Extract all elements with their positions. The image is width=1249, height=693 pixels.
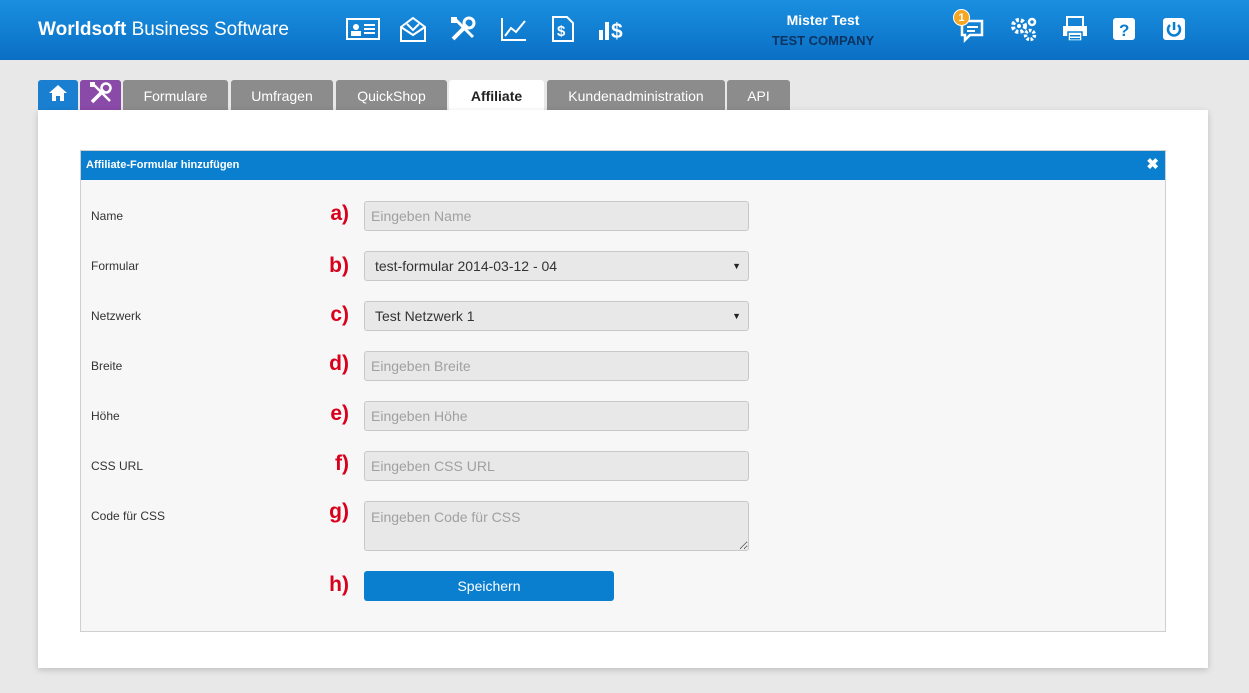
css-url-label: CSS URL bbox=[91, 459, 144, 473]
svg-text:$: $ bbox=[557, 23, 566, 40]
css-code-textarea[interactable] bbox=[364, 501, 749, 551]
marker-a: a) bbox=[330, 202, 349, 225]
chevron-down-icon: ▼ bbox=[732, 261, 741, 271]
contact-card-icon[interactable] bbox=[346, 13, 380, 45]
home-icon bbox=[48, 84, 68, 107]
dialog-title: Affiliate-Formular hinzufügen bbox=[86, 159, 240, 171]
top-bar: Worldsoft Business Software $ $ Mister T… bbox=[0, 0, 1249, 60]
dollar-document-icon[interactable]: $ bbox=[546, 13, 580, 45]
tab-quickshop[interactable]: QuickShop bbox=[336, 80, 447, 110]
marker-b: b) bbox=[329, 254, 349, 277]
name-input[interactable] bbox=[364, 201, 749, 231]
chart-line-icon[interactable] bbox=[497, 13, 531, 45]
tools-icon bbox=[88, 81, 114, 110]
gears-icon[interactable] bbox=[1007, 13, 1041, 45]
css-code-label: Code für CSS bbox=[91, 509, 166, 523]
breite-input[interactable] bbox=[364, 351, 749, 381]
netzwerk-select-value: Test Netzwerk 1 bbox=[375, 308, 475, 324]
tab-tools[interactable] bbox=[80, 80, 121, 110]
power-icon[interactable] bbox=[1157, 13, 1191, 45]
netzwerk-label: Netzwerk bbox=[91, 309, 142, 323]
marker-f: f) bbox=[335, 452, 349, 475]
breite-label: Breite bbox=[91, 359, 123, 373]
notification-badge: 1 bbox=[953, 9, 970, 26]
tab-affiliate[interactable]: Affiliate bbox=[449, 80, 544, 110]
marker-d: d) bbox=[329, 352, 349, 375]
help-icon[interactable]: ? bbox=[1107, 13, 1141, 45]
marker-e: e) bbox=[330, 402, 349, 425]
formular-label: Formular bbox=[91, 259, 140, 273]
formular-select-value: test-formular 2014-03-12 - 04 bbox=[375, 258, 558, 274]
marker-g: g) bbox=[329, 500, 349, 523]
marker-h: h) bbox=[329, 573, 349, 596]
netzwerk-select[interactable]: Test Netzwerk 1 ▼ bbox=[364, 301, 749, 331]
company-name: TEST COMPANY bbox=[771, 33, 875, 48]
tab-umfragen[interactable]: Umfragen bbox=[231, 80, 333, 110]
user-name: Mister Test bbox=[786, 12, 860, 28]
bar-dollar-icon[interactable]: $ bbox=[597, 13, 631, 45]
svg-text:$: $ bbox=[611, 20, 623, 42]
close-icon[interactable]: ✖ bbox=[1146, 157, 1159, 172]
chevron-down-icon: ▼ bbox=[732, 311, 741, 321]
tab-formulare[interactable]: Formulare bbox=[123, 80, 228, 110]
tab-home[interactable] bbox=[38, 80, 78, 110]
user-info[interactable]: Mister Test TEST COMPANY bbox=[750, 12, 896, 48]
tab-api[interactable]: API bbox=[727, 80, 790, 110]
css-url-input[interactable] bbox=[364, 451, 749, 481]
tools-icon[interactable] bbox=[446, 13, 480, 45]
marker-c: c) bbox=[330, 303, 349, 326]
name-label: Name bbox=[91, 209, 124, 223]
dialog-header: Affiliate-Formular hinzufügen ✖ bbox=[81, 151, 1165, 180]
envelope-icon[interactable] bbox=[396, 13, 430, 45]
formular-select[interactable]: test-formular 2014-03-12 - 04 ▼ bbox=[364, 251, 749, 281]
printer-icon[interactable] bbox=[1058, 13, 1092, 45]
svg-text:?: ? bbox=[1119, 21, 1129, 40]
save-button[interactable]: Speichern bbox=[364, 571, 614, 601]
hoehe-label: Höhe bbox=[91, 409, 120, 423]
tab-kundenadministration[interactable]: Kundenadministration bbox=[547, 80, 725, 110]
hoehe-input[interactable] bbox=[364, 401, 749, 431]
brand-logo[interactable]: Worldsoft Business Software bbox=[38, 19, 289, 41]
